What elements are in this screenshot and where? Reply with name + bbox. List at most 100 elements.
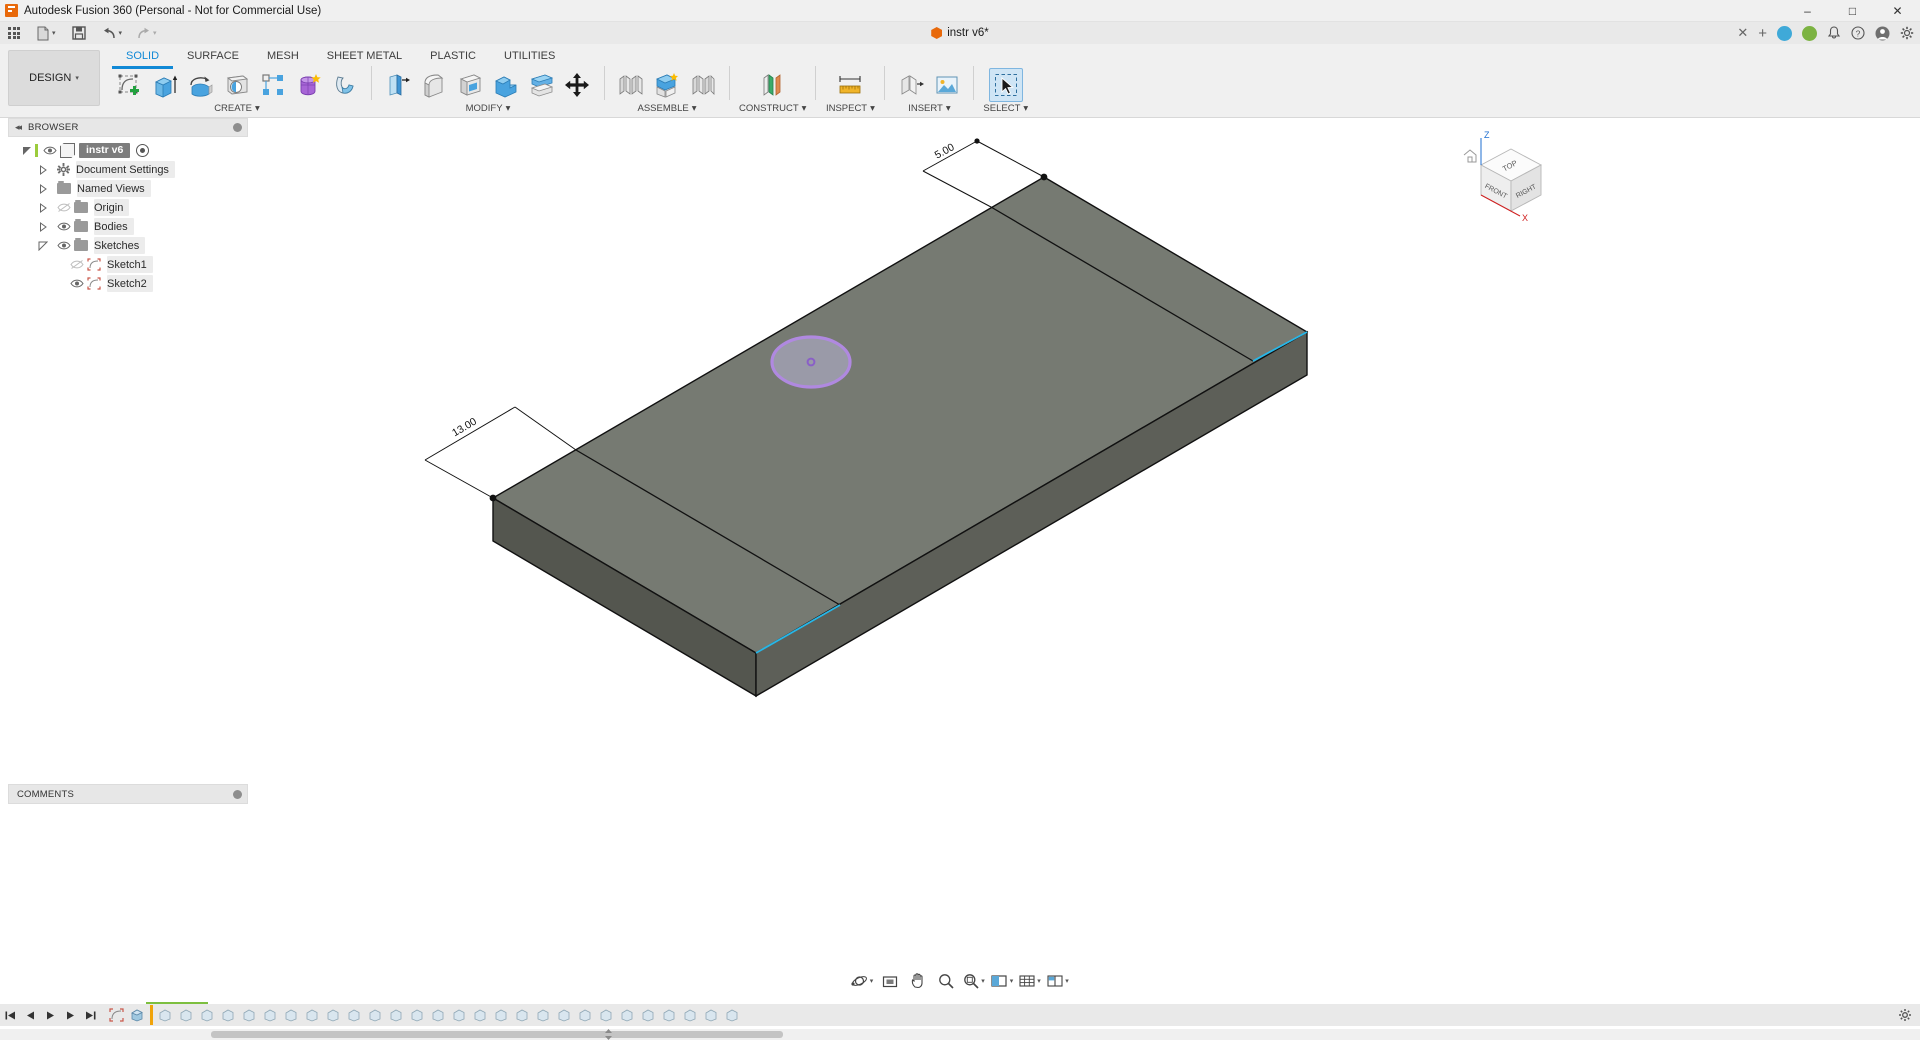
timeline-feature-17[interactable]: [491, 1006, 512, 1024]
timeline-go-start-button[interactable]: [0, 1004, 20, 1026]
app-grid-button[interactable]: [4, 22, 24, 44]
timeline-feature-26[interactable]: [680, 1006, 701, 1024]
expand-triangle-icon[interactable]: [22, 146, 32, 156]
collapse-triangle-icon[interactable]: [38, 202, 48, 213]
timeline-feature-11[interactable]: [365, 1006, 386, 1024]
comments-minimize-dot-icon[interactable]: [233, 789, 242, 799]
timeline-feature-6[interactable]: [260, 1006, 281, 1024]
grid-snaps-button[interactable]: ▾: [1017, 969, 1043, 993]
timeline-scrollbar-thumb[interactable]: [211, 1031, 783, 1038]
collapse-triangle-icon[interactable]: [38, 183, 48, 194]
display-settings-button[interactable]: ▾: [989, 969, 1015, 993]
timeline-feature-25[interactable]: [659, 1006, 680, 1024]
timeline-feature-24[interactable]: [638, 1006, 659, 1024]
collapse-triangle-icon[interactable]: [38, 164, 48, 175]
view-cube[interactable]: TOP FRONT RIGHT Z X: [1463, 130, 1542, 223]
tree-row-origin[interactable]: Origin: [8, 198, 248, 217]
tree-row-named-views[interactable]: Named Views: [8, 179, 248, 198]
timeline-scrollbar[interactable]: [0, 1029, 1920, 1040]
timeline-feature-21[interactable]: [575, 1006, 596, 1024]
timeline-feature-8[interactable]: [302, 1006, 323, 1024]
timeline-step-forward-button[interactable]: [60, 1004, 80, 1026]
activate-target-icon[interactable]: [136, 144, 150, 157]
pattern-button[interactable]: [256, 68, 290, 102]
zoom-window-button[interactable]: ▾: [961, 969, 987, 993]
close-tab-icon[interactable]: ✕: [1737, 25, 1748, 41]
notifications-icon[interactable]: [1827, 26, 1841, 40]
viewport-3d[interactable]: 5.00 13.00 TOP FRONT RIGHT Z X: [0, 118, 1920, 808]
timeline-feature-23[interactable]: [617, 1006, 638, 1024]
create-sketch-button[interactable]: [112, 68, 146, 102]
panel-insert-label[interactable]: INSERT ▾: [908, 103, 950, 114]
minimize-button[interactable]: –: [1785, 0, 1830, 22]
view-cube-home-icon[interactable]: [1463, 149, 1477, 163]
viewports-button[interactable]: ▾: [1045, 969, 1071, 993]
timeline-feature-extrude[interactable]: [127, 1006, 148, 1024]
zoom-button[interactable]: [933, 969, 959, 993]
visibility-eye-icon[interactable]: [43, 145, 57, 156]
timeline-feature-18[interactable]: [512, 1006, 533, 1024]
panel-inspect-label[interactable]: INSPECT ▾: [826, 103, 875, 114]
settings-gear-icon[interactable]: [1900, 26, 1914, 40]
shell-button[interactable]: [453, 68, 487, 102]
timeline-feature-10[interactable]: [344, 1006, 365, 1024]
sweep-button[interactable]: [220, 68, 254, 102]
visibility-hidden-eye-icon[interactable]: [57, 202, 71, 213]
tree-row-sketch2[interactable]: Sketch2: [8, 274, 248, 293]
maximize-button[interactable]: □: [1830, 0, 1875, 22]
timeline-feature-2[interactable]: [176, 1006, 197, 1024]
combine-button[interactable]: [489, 68, 523, 102]
measure-button[interactable]: [833, 68, 867, 102]
timeline-feature-13[interactable]: [407, 1006, 428, 1024]
timeline-step-back-button[interactable]: [20, 1004, 40, 1026]
timeline-feature-4[interactable]: [218, 1006, 239, 1024]
timeline-feature-22[interactable]: [596, 1006, 617, 1024]
fillet-button[interactable]: [417, 68, 451, 102]
tree-row-sketches[interactable]: Sketches: [8, 236, 248, 255]
timeline-feature-sketch[interactable]: [106, 1006, 127, 1024]
select-tool-button[interactable]: [988, 68, 1023, 102]
panel-create-label[interactable]: CREATE ▾: [214, 103, 260, 114]
comments-panel[interactable]: COMMENTS: [8, 784, 248, 804]
redo-button[interactable]: ▾: [132, 22, 161, 44]
tree-row-bodies[interactable]: Bodies: [8, 217, 248, 236]
browser-collapse-icon[interactable]: ◂◂: [15, 122, 22, 133]
browser-minimize-dot-icon[interactable]: [233, 123, 242, 132]
move-copy-button[interactable]: [561, 68, 595, 102]
help-icon[interactable]: ?: [1851, 26, 1865, 40]
timeline-feature-9[interactable]: [323, 1006, 344, 1024]
timeline-settings-gear-icon[interactable]: [1898, 1008, 1912, 1022]
visibility-eye-icon[interactable]: [57, 240, 71, 251]
timeline-feature-16[interactable]: [470, 1006, 491, 1024]
panel-construct-label[interactable]: CONSTRUCT ▾: [739, 103, 806, 114]
timeline-feature-7[interactable]: [281, 1006, 302, 1024]
press-pull-button[interactable]: [381, 68, 415, 102]
save-button[interactable]: [68, 22, 90, 44]
timeline-feature-5[interactable]: [239, 1006, 260, 1024]
expand-triangle-icon[interactable]: [38, 241, 48, 251]
offset-plane-button[interactable]: [756, 68, 790, 102]
file-menu-button[interactable]: ▾: [32, 22, 60, 44]
insert-image-button[interactable]: [930, 68, 964, 102]
panel-assemble-label[interactable]: ASSEMBLE ▾: [638, 103, 697, 114]
panel-select-label[interactable]: SELECT ▾: [983, 103, 1028, 114]
close-button[interactable]: ✕: [1875, 0, 1920, 22]
document-tab[interactable]: instr v6*: [931, 27, 989, 39]
rigid-group-button[interactable]: [686, 68, 720, 102]
timeline-feature-1[interactable]: [155, 1006, 176, 1024]
tree-row-sketch1[interactable]: Sketch1: [8, 255, 248, 274]
extrude-button[interactable]: [148, 68, 182, 102]
tree-row-document-settings[interactable]: Document Settings: [8, 160, 248, 179]
timeline-scrollbar-handle-icon[interactable]: [604, 1029, 613, 1040]
collapse-triangle-icon[interactable]: [38, 221, 48, 232]
insert-derive-button[interactable]: [894, 68, 928, 102]
create-mesh-button[interactable]: [328, 68, 362, 102]
timeline-feature-27[interactable]: [701, 1006, 722, 1024]
look-at-button[interactable]: [877, 969, 903, 993]
create-form-button[interactable]: [292, 68, 326, 102]
hole-selection-highlight[interactable]: [770, 335, 852, 389]
orbit-button[interactable]: ▾: [849, 969, 875, 993]
timeline-marker[interactable]: [150, 1005, 153, 1025]
model-canvas[interactable]: 5.00 13.00 TOP FRONT RIGHT Z X: [0, 118, 1920, 808]
panel-modify-label[interactable]: MODIFY ▾: [466, 103, 511, 114]
